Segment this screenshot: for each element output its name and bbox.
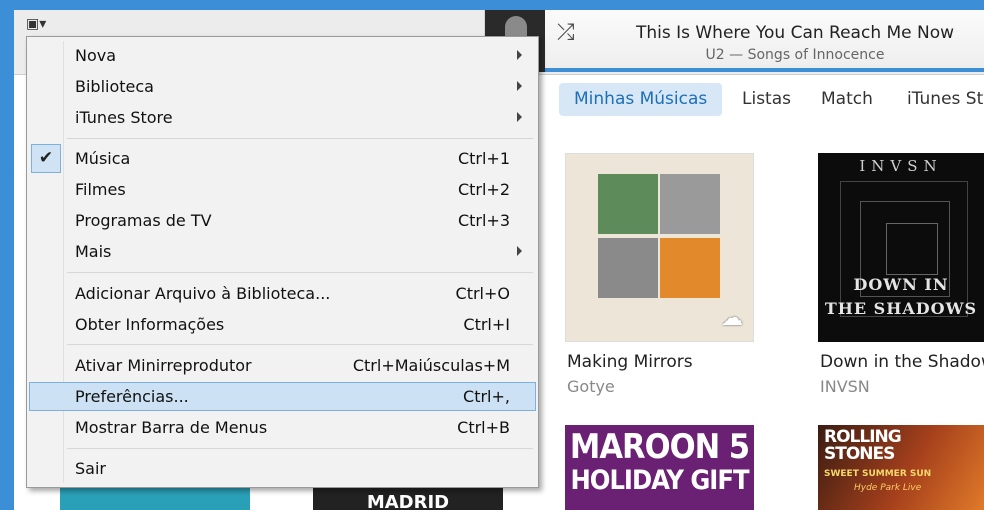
menu-item-shortcut: Ctrl+3 [457,211,510,230]
menu-item-mostrar-barra-de-menus[interactable]: Mostrar Barra de Menus Ctrl+B [29,413,536,442]
album-artist[interactable]: Gotye [567,377,615,396]
album-artist[interactable]: INVSN [820,377,870,396]
album-title[interactable]: Down in the Shadow [820,352,984,372]
now-playing-title: This Is Where You Can Reach Me Now [635,23,955,43]
album-art-text: STONES [824,444,895,464]
album-art-rolling-stones[interactable]: ROLLING STONES SWEET SUMMER SUN Hyde Park… [818,425,984,510]
menu-item-label: Adicionar Arquivo à Biblioteca... [75,284,331,303]
menu-item-adicionar-arquivo[interactable]: Adicionar Arquivo à Biblioteca... Ctrl+O [29,279,536,308]
menu-item-label: Mostrar Barra de Menus [75,418,268,437]
menu-separator [67,448,533,449]
tab-match[interactable]: Match [821,83,873,116]
menu-separator [67,272,533,273]
tab-listas[interactable]: Listas [742,83,791,116]
menu-item-itunes-store[interactable]: iTunes Store [29,103,536,132]
menu-item-label: Música [75,149,131,168]
menu-item-mais[interactable]: Mais [29,237,536,266]
menu-toggle-icon[interactable]: ▣▾ [26,16,56,34]
shuffle-icon[interactable]: ⤮ [557,20,585,46]
window-frame-left [0,0,14,510]
library-tabs: Minhas Músicas Listas Match iTunes St [540,78,984,122]
album-art-partial[interactable]: MADRID [313,488,503,510]
album-art-partial[interactable] [60,488,250,510]
submenu-arrow-icon [517,112,522,122]
album-art-text: Hyde Park Live [854,483,922,493]
menu-item-musica[interactable]: ✔ Música Ctrl+1 [29,144,536,173]
menu-item-shortcut: Ctrl+, [463,387,510,406]
now-playing-subtitle: U2 — Songs of Innocence [705,47,885,63]
submenu-arrow-icon [517,81,522,91]
menu-item-nova[interactable]: Nova [29,41,536,70]
menu-item-label: Biblioteca [75,77,154,96]
album-art-text: DOWN IN [853,275,949,294]
menu-item-label: Sair [75,459,106,478]
album-art-making-mirrors[interactable]: ☁ [565,153,754,342]
album-art-text: THE SHADOWS [824,299,978,318]
album-art-maroon5-holiday-gift[interactable]: MAROON 5 HOLIDAY GIFT [565,425,754,510]
menu-item-programas-de-tv[interactable]: Programas de TV Ctrl+3 [29,206,536,235]
menu-item-label: Obter Informações [75,315,225,334]
menu-item-obter-informacoes[interactable]: Obter Informações Ctrl+I [29,310,536,339]
menu-item-label: Programas de TV [75,211,212,230]
menu-item-label: Filmes [75,180,126,199]
menu-item-label: Nova [75,46,117,65]
cloud-icon: ☁ [721,306,743,331]
menu-item-sair[interactable]: Sair [29,454,536,483]
menu-item-label: Mais [75,242,112,261]
album-art-text: HOLIDAY GIFT [570,465,749,496]
album-art-text: INVSN [859,157,943,175]
album-art-text: SWEET SUMMER SUN [824,469,932,479]
menu-item-label: Ativar Minirreprodutor [75,356,252,375]
menu-separator [67,138,533,139]
tab-itunes-store[interactable]: iTunes St [907,83,983,116]
submenu-arrow-icon [517,50,522,60]
tab-minhas-musicas[interactable]: Minhas Músicas [559,83,723,116]
menu-item-shortcut: Ctrl+B [457,418,510,437]
menu-item-shortcut: Ctrl+I [463,315,510,334]
playback-progress-bar[interactable] [545,68,984,72]
menu-item-shortcut: Ctrl+Maiúsculas+M [352,356,510,375]
menu-item-shortcut: Ctrl+O [455,284,510,303]
window-frame-top [0,0,984,10]
now-playing-display[interactable]: ⤮ This Is Where You Can Reach Me Now U2 … [484,10,984,72]
menu-item-filmes[interactable]: Filmes Ctrl+2 [29,175,536,204]
album-art-text: MADRID [366,492,450,510]
album-art-down-in-the-shadows[interactable]: INVSN DOWN IN THE SHADOWS [818,153,984,342]
album-art-text: MAROON 5 [569,427,750,467]
menu-separator [67,344,533,345]
menu-item-preferencias[interactable]: Preferências... Ctrl+, [29,382,536,411]
checkmark-icon: ✔ [31,144,61,173]
main-dropdown-menu: Nova Biblioteca iTunes Store ✔ Música Ct… [26,36,539,488]
menu-item-shortcut: Ctrl+2 [457,180,510,199]
submenu-arrow-icon [517,246,522,256]
menu-item-biblioteca[interactable]: Biblioteca [29,72,536,101]
menu-item-shortcut: Ctrl+1 [457,149,510,168]
album-title[interactable]: Making Mirrors [567,352,693,372]
menu-item-ativar-minirreprodutor[interactable]: Ativar Minirreprodutor Ctrl+Maiúsculas+M [29,351,536,380]
menu-item-label: Preferências... [75,387,189,406]
menu-item-label: iTunes Store [75,108,173,127]
